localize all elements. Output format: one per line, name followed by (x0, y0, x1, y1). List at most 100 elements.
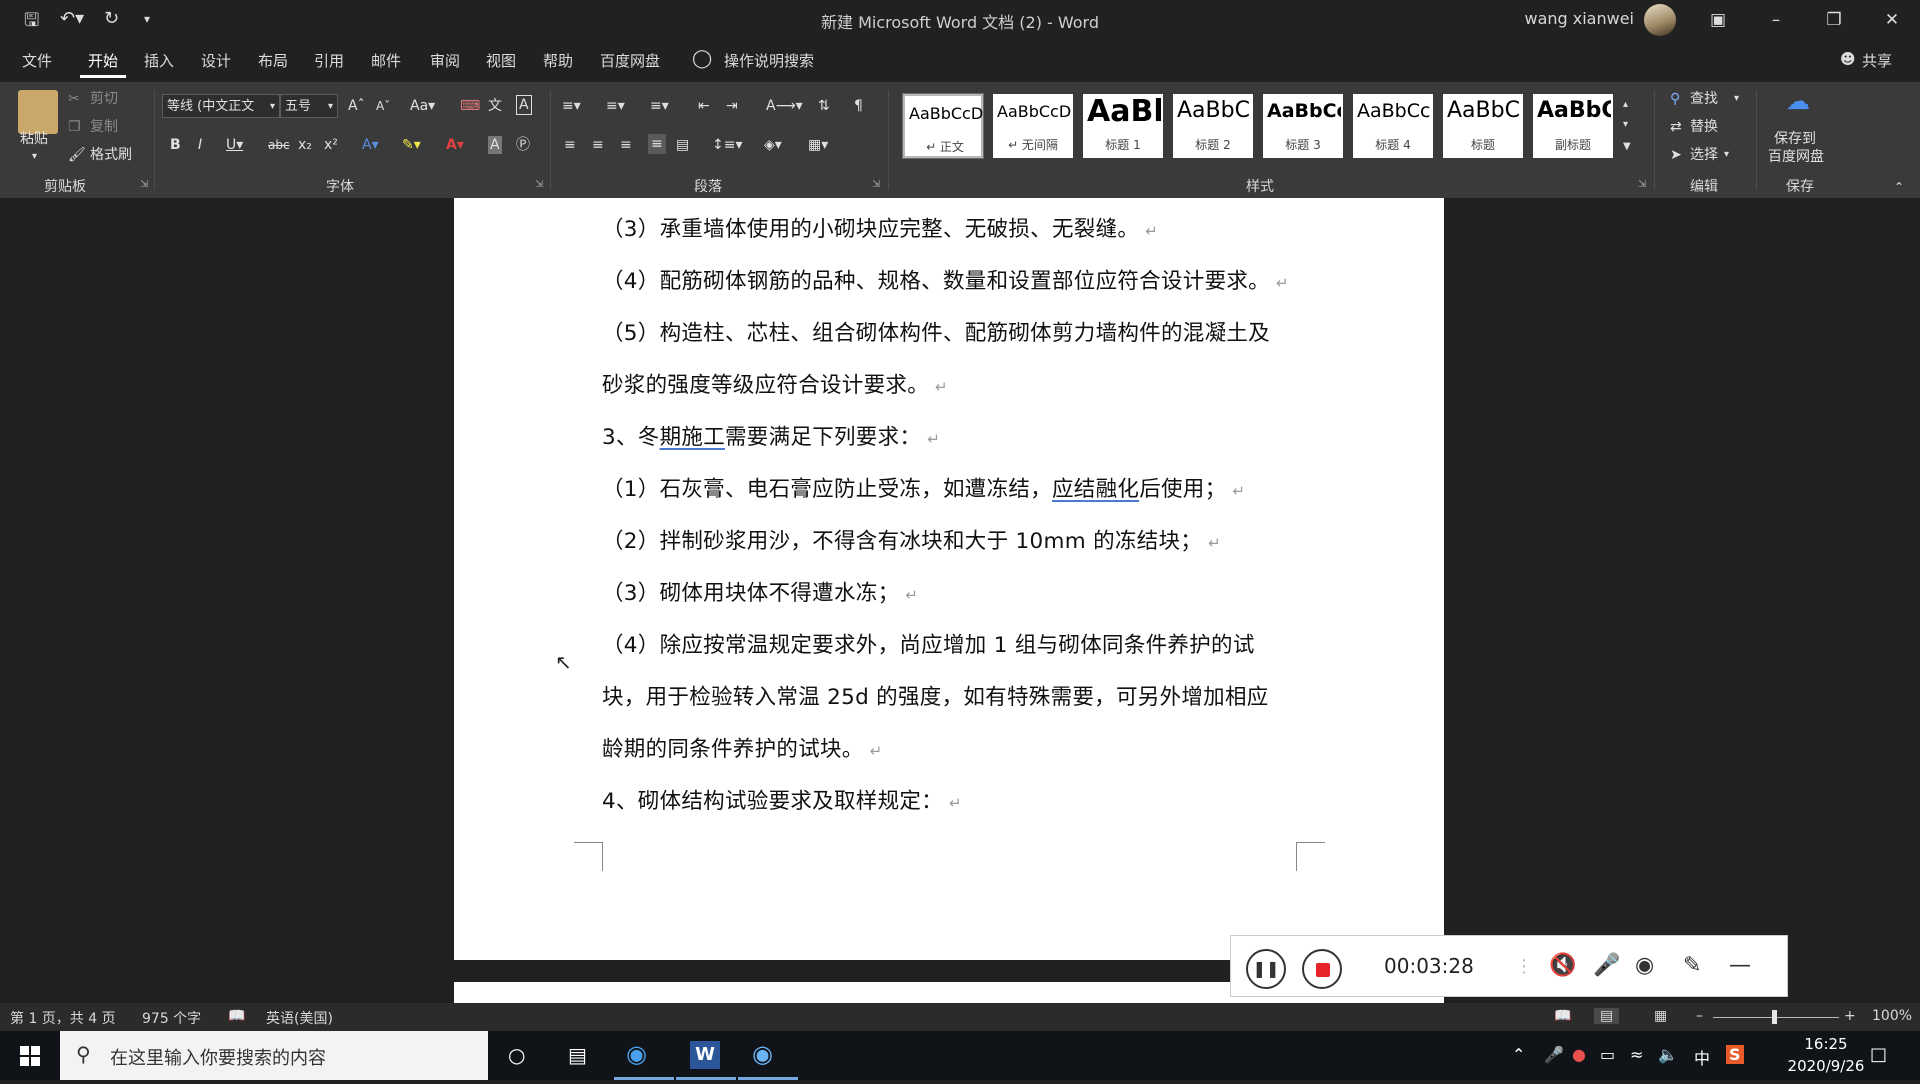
clock-date[interactable]: 2020/9/26 (1770, 1057, 1882, 1075)
paragraph[interactable]: （2）拌制砂浆用沙，不得含有冰块和大于 10mm 的冻结块； ↵ (602, 524, 1221, 555)
language[interactable]: 英语(美国) (266, 1008, 333, 1028)
borders-icon[interactable]: ▦▾ (808, 136, 828, 154)
drag-handle-icon[interactable]: ⋮ (1515, 956, 1533, 977)
underline-icon[interactable]: U▾ (226, 136, 243, 154)
screen-recorder-app-icon[interactable]: ◉ (752, 1040, 773, 1068)
distributed-icon[interactable]: ▤ (676, 136, 689, 154)
font-launcher-icon[interactable]: ⇲ (535, 179, 543, 190)
line-spacing-icon[interactable]: ↕≡▾ (712, 136, 743, 154)
save-to-netdisk-line2[interactable]: 百度网盘 (1768, 148, 1824, 166)
web-layout-icon[interactable]: ▦ (1654, 1008, 1667, 1024)
paragraph[interactable]: 4、砌体结构试验要求及取样规定： ↵ (602, 784, 962, 815)
network-icon[interactable]: ≈ (1630, 1045, 1643, 1064)
character-shading-icon[interactable]: A (488, 136, 502, 154)
highlight-icon[interactable]: ✎▾ (402, 136, 421, 154)
align-center-icon[interactable]: ≡ (592, 136, 604, 154)
style-normal[interactable]: AaBbCcDc ↵ 正文 (902, 93, 984, 159)
battery-icon[interactable]: ▭ (1600, 1045, 1615, 1064)
microphone-off-icon[interactable]: 🎤 (1593, 953, 1620, 978)
tray-app-icon[interactable]: ● (1572, 1045, 1586, 1064)
strikethrough-icon[interactable]: abc (268, 136, 290, 154)
tab-references[interactable]: 引用 (314, 50, 344, 71)
tab-home[interactable]: 开始 (88, 50, 118, 71)
zoom-slider-thumb[interactable] (1772, 1010, 1777, 1024)
share-button[interactable]: 共享 (1862, 50, 1892, 71)
paragraph[interactable]: （1）石灰膏、电石膏应防止受冻，如遭冻结，应结融化后使用； ↵ (602, 472, 1245, 503)
copy-icon[interactable]: ❐ (68, 118, 81, 136)
show-formatting-marks-icon[interactable]: ¶ (854, 97, 863, 115)
collapse-ribbon-icon[interactable]: ⌃ (1894, 178, 1904, 196)
speaker-muted-icon[interactable]: 🔇 (1549, 953, 1576, 978)
microphone-icon[interactable]: 🎤 (1544, 1045, 1564, 1064)
justify-icon[interactable]: ≡ (648, 134, 666, 154)
bullets-icon[interactable]: ≡▾ (562, 97, 581, 115)
zoom-out-button[interactable]: – (1696, 1008, 1703, 1024)
paragraph[interactable]: 3、冬期施工需要满足下列要求： ↵ (602, 420, 940, 451)
tell-me-search[interactable]: 操作说明搜索 (724, 50, 814, 71)
tab-insert[interactable]: 插入 (144, 50, 174, 71)
grow-font-icon[interactable]: Aˆ (348, 97, 365, 115)
multilevel-list-icon[interactable]: ≡▾ (650, 97, 669, 115)
minimize-button[interactable]: – (1748, 0, 1804, 40)
document-area[interactable]: （3）承重墙体使用的小砌块应完整、无破损、无裂缝。 ↵ （4）配筋砌体钢筋的品种、… (0, 198, 1920, 1022)
chevron-down-icon[interactable]: ▾ (1734, 90, 1739, 108)
paragraph-launcher-icon[interactable]: ⇲ (872, 179, 880, 190)
print-layout-icon[interactable]: ▤ (1594, 1008, 1620, 1024)
clipboard-launcher-icon[interactable]: ⇲ (140, 179, 148, 190)
align-right-icon[interactable]: ≡ (620, 136, 632, 154)
zoom-in-button[interactable]: + (1844, 1008, 1856, 1024)
word-count[interactable]: 975 个字 (142, 1008, 201, 1028)
paragraph[interactable]: （4）除应按常温规定要求外，尚应增加 1 组与砌体同条件养护的试 (602, 628, 1255, 659)
start-button[interactable] (0, 1031, 60, 1080)
proofing-icon[interactable]: 📖 (228, 1008, 245, 1024)
superscript-icon[interactable]: x² (324, 136, 338, 154)
tab-help[interactable]: 帮助 (543, 50, 573, 71)
share-icon[interactable]: ☻ (1840, 50, 1856, 68)
clock-time[interactable]: 16:25 (1786, 1035, 1866, 1053)
style-heading-1[interactable]: AaBl 标题 1 (1083, 94, 1163, 158)
read-mode-icon[interactable]: 📖 (1554, 1008, 1571, 1024)
paragraph[interactable]: （5）构造柱、芯柱、组合砌体构件、配筋砌体剪力墙构件的混凝土及 (602, 316, 1270, 347)
paragraph[interactable]: 砂浆的强度等级应符合设计要求。 ↵ (602, 368, 948, 399)
task-view-icon[interactable]: ▤ (568, 1043, 587, 1067)
save-to-netdisk-line1[interactable]: 保存到 (1774, 130, 1816, 148)
paragraph[interactable]: 块，用于检验转入常温 25d 的强度，如有特殊需要，可另外增加相应 (602, 680, 1269, 711)
shrink-font-icon[interactable]: Aˇ (376, 97, 390, 115)
document-page[interactable]: （3）承重墙体使用的小砌块应完整、无破损、无裂缝。 ↵ （4）配筋砌体钢筋的品种、… (454, 198, 1444, 960)
baidu-cloud-icon[interactable]: ☁ (1786, 89, 1810, 113)
replace-button[interactable]: 替换 (1690, 118, 1718, 136)
volume-icon[interactable]: 🔈 (1658, 1045, 1678, 1064)
gallery-scroll-down-icon[interactable]: ▾ (1623, 116, 1628, 134)
style-title[interactable]: AaBbC 标题 (1443, 94, 1523, 158)
tab-file[interactable]: 文件 (22, 50, 52, 71)
minimize-recorder-icon[interactable]: — (1729, 953, 1751, 978)
cortana-icon[interactable]: ○ (508, 1043, 525, 1067)
increase-indent-icon[interactable]: ⇥ (726, 97, 738, 115)
stop-record-button[interactable] (1302, 949, 1342, 989)
format-painter-icon[interactable]: 🖌 (68, 146, 86, 164)
styles-launcher-icon[interactable]: ⇲ (1638, 179, 1646, 190)
font-size-combo[interactable]: 五号 ▾ (280, 94, 338, 118)
pen-annotate-icon[interactable]: ✎ (1683, 953, 1701, 978)
paragraph[interactable]: （4）配筋砌体钢筋的品种、规格、数量和设置部位应符合设计要求。 ↵ (602, 264, 1289, 295)
cut-icon[interactable]: ✂ (68, 90, 80, 108)
italic-icon[interactable]: I (198, 136, 202, 154)
zoom-level[interactable]: 100% (1872, 1008, 1912, 1024)
tab-design[interactable]: 设计 (201, 50, 231, 71)
phonetic-guide-icon[interactable]: 文 (488, 97, 502, 115)
style-heading-4[interactable]: AaBbCc 标题 4 (1353, 94, 1433, 158)
gallery-more-icon[interactable]: ▼ (1623, 138, 1631, 156)
notifications-icon[interactable]: □ (1870, 1044, 1887, 1065)
word-app-icon[interactable]: W (690, 1041, 720, 1069)
paste-dropdown-icon[interactable]: ▾ (32, 148, 37, 166)
gallery-scroll-up-icon[interactable]: ▴ (1623, 96, 1628, 114)
change-case-icon[interactable]: Aa▾ (410, 97, 435, 115)
avatar[interactable] (1644, 4, 1676, 36)
paste-button[interactable]: 粘贴 (20, 130, 48, 148)
find-button[interactable]: 查找 (1690, 90, 1718, 108)
taskbar-search-box[interactable]: ⚲ 在这里输入你要搜索的内容 (60, 1031, 488, 1080)
paragraph[interactable]: （3）承重墙体使用的小砌块应完整、无破损、无裂缝。 ↵ (602, 212, 1158, 243)
close-button[interactable]: ✕ (1864, 0, 1920, 40)
input-method-indicator[interactable]: 中 (1694, 1045, 1710, 1069)
chevron-down-icon[interactable]: ▾ (1724, 146, 1729, 164)
